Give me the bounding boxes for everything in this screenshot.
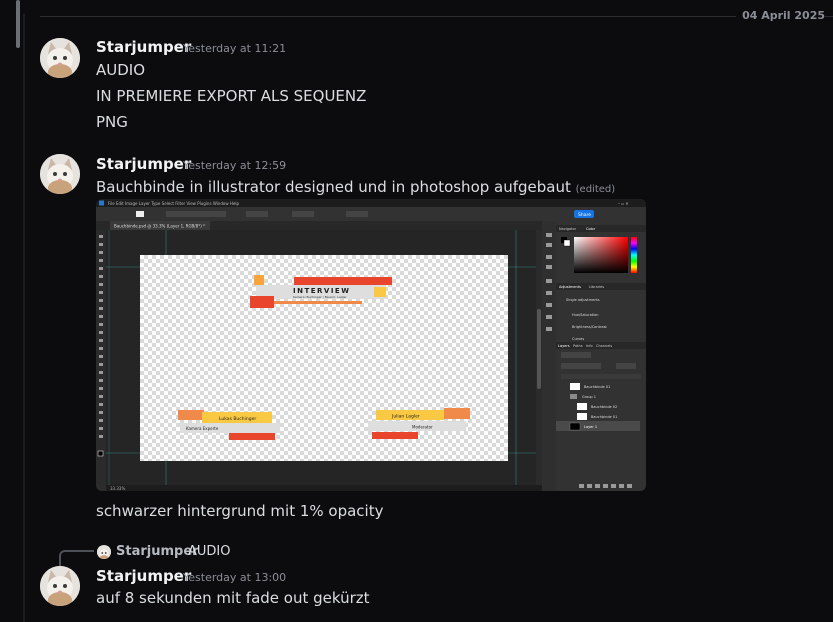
- timestamp: Yesterday at 13:00: [183, 571, 287, 584]
- ps-adjust-item: Curves: [572, 337, 584, 341]
- ps-left-role: Kamera Experte: [186, 426, 219, 431]
- avatar-cat-image: [40, 38, 80, 78]
- ps-panel-tab: Navigator: [559, 227, 577, 231]
- ps-document-tab: Bauchbinde.psd @ 33.3% (Layer 1, RGB/8*)…: [114, 224, 205, 229]
- timestamp: Yesterday at 12:59: [183, 159, 287, 172]
- message-text: Bauchbinde in illustrator designed und i…: [96, 178, 571, 196]
- ps-adjust-tab: Libraries: [589, 285, 604, 289]
- username[interactable]: Starjumper: [96, 155, 191, 173]
- message-line: PNG: [96, 113, 128, 131]
- ps-left-name: Lukas Buchinger: [219, 416, 256, 422]
- thread-line: [23, 14, 25, 622]
- svg-text:– ▫ ✕: – ▫ ✕: [618, 201, 629, 206]
- ps-layer-name: Bauchbinde 01: [584, 385, 610, 389]
- reply-spine: [59, 550, 94, 566]
- reply-avatar[interactable]: [97, 545, 111, 559]
- avatar[interactable]: [40, 566, 80, 606]
- avatar-cat-image: [40, 566, 80, 606]
- ps-adjust-item: Brightness/Contrast: [572, 325, 607, 329]
- message-line: Bauchbinde in illustrator designed und i…: [96, 178, 615, 196]
- edited-marker: (edited): [575, 184, 616, 195]
- svg-text:File Edit Image Layer Type: File Edit Image Layer Type Select Filter…: [108, 201, 239, 206]
- ps-right-name: Julian Lagler: [391, 414, 420, 420]
- ps-interview-subtitle: Kamera: Buchinger / Bauom: Laqler: [293, 295, 347, 299]
- message-line: schwarzer hintergrund mit 1% opacity: [96, 502, 384, 520]
- ps-layer-name: Bauchbinde 02: [591, 405, 617, 409]
- message-line: AUDIO: [96, 61, 146, 79]
- message-line: auf 8 sekunden mit fade out gekürzt: [96, 589, 370, 607]
- avatar-cat-image: [40, 154, 80, 194]
- date-divider-label: 04 April 2025: [736, 9, 825, 22]
- ps-share-button: Share: [578, 212, 591, 218]
- avatar[interactable]: [40, 154, 80, 194]
- message-line: IN PREMIERE EXPORT ALS SEQUENZ: [96, 87, 367, 105]
- ps-interview-title: INTERVIEW: [293, 287, 350, 295]
- ps-adjust-item: Single adjustments: [566, 298, 600, 302]
- date-divider: [40, 16, 833, 17]
- ps-zoom-level: 33.33%: [110, 486, 125, 491]
- timestamp: Yesterday at 11:21: [183, 42, 287, 55]
- ps-layer-name: Layer 1: [584, 425, 597, 429]
- reply-username[interactable]: Starjumper: [116, 544, 199, 559]
- reply-preview-text[interactable]: AUDIO: [188, 544, 231, 559]
- ps-panel-tab: Color: [586, 227, 596, 231]
- scrollbar[interactable]: [16, 0, 20, 48]
- avatar[interactable]: [40, 38, 80, 78]
- ps-layer-name: Bauchbinde 01: [591, 415, 617, 419]
- image-attachment[interactable]: File Edit Image Layer Type Select Filter…: [96, 199, 646, 491]
- ps-adjust-tab: Adjustments: [559, 285, 581, 289]
- ps-adjust-item: Hue/Saturation: [572, 313, 598, 317]
- ps-layer-name: Group 1: [582, 395, 596, 399]
- avatar-cat-image: [97, 546, 111, 559]
- ps-layers-tab: Layers: [558, 344, 570, 348]
- ps-layers-tab: Info: [586, 344, 593, 348]
- ps-layers-tab: Paths: [573, 344, 583, 348]
- photoshop-screenshot: File Edit Image Layer Type Select Filter…: [96, 199, 646, 491]
- username[interactable]: Starjumper: [96, 567, 191, 585]
- ps-layers-tab: Channels: [596, 344, 612, 348]
- username[interactable]: Starjumper: [96, 38, 191, 56]
- ps-right-role: Moderator: [412, 425, 433, 430]
